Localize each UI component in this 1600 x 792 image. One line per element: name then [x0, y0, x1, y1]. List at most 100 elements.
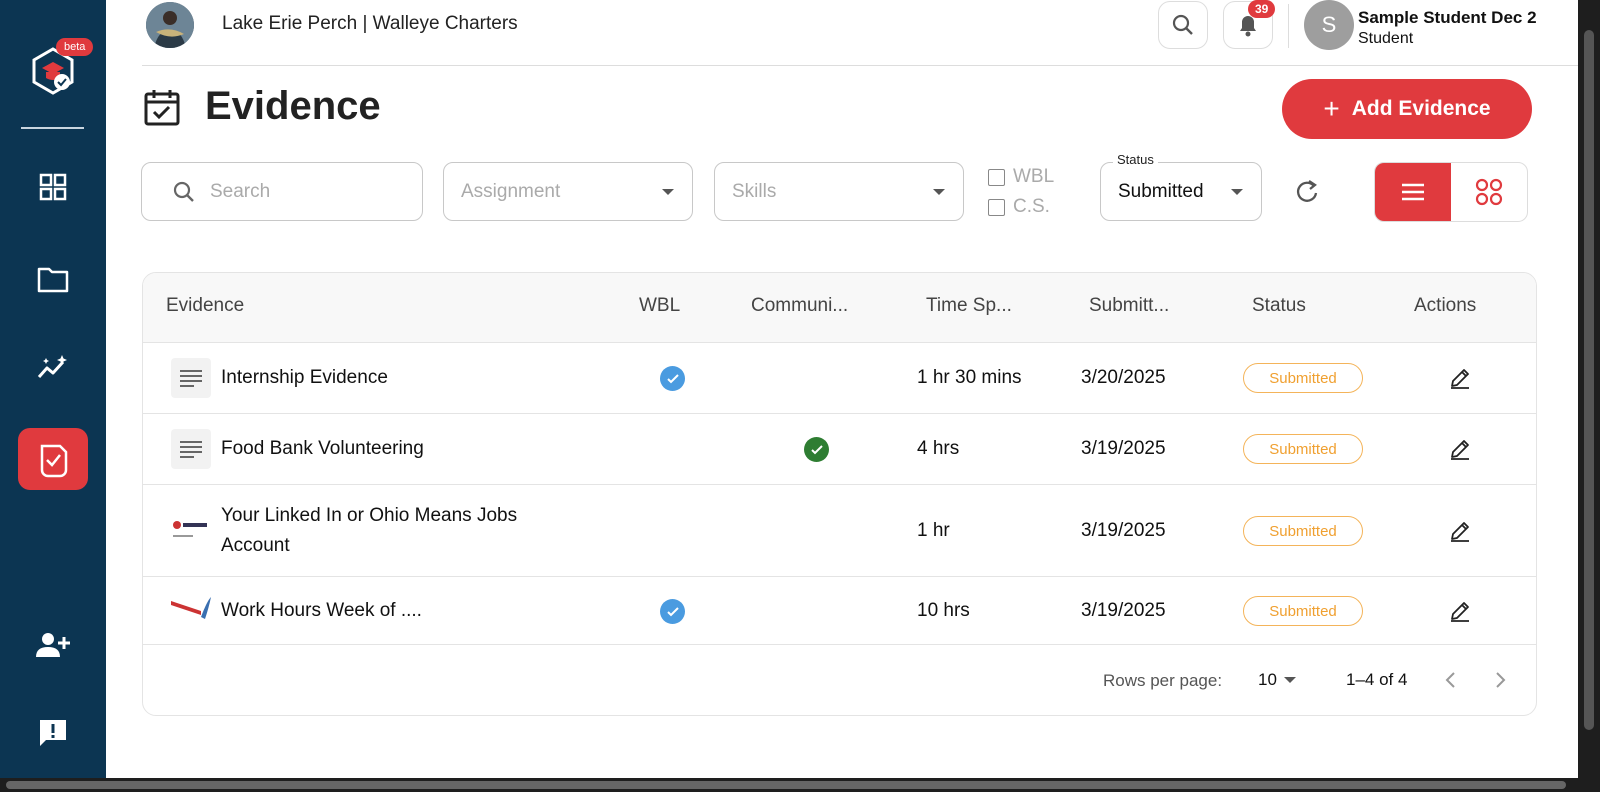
sidebar-item-dashboard[interactable] [18, 156, 88, 218]
plus-icon: + [1323, 93, 1340, 124]
chevron-right-icon [1496, 672, 1506, 688]
rows-per-page-label: Rows per page: [1103, 671, 1223, 690]
trend-sparkle-icon [37, 355, 67, 378]
cs-label: C.S. [1013, 196, 1050, 217]
status-badge: Submitted [1243, 363, 1363, 393]
sidebar-item-evidence[interactable] [18, 428, 88, 490]
status-select[interactable]: Submitted [1100, 162, 1262, 221]
user-plus-icon [36, 633, 70, 657]
submitted-date: 3/19/2025 [1081, 438, 1166, 459]
evidence-name[interactable]: Internship Evidence [221, 363, 581, 393]
calendar-check-icon [144, 90, 180, 126]
evidence-name[interactable]: Your Linked In or Ohio Means Jobs Accoun… [221, 501, 581, 561]
time-spent: 4 hrs [917, 438, 960, 459]
user-avatar[interactable]: S [1304, 0, 1354, 50]
sidebar-item-feedback[interactable] [18, 702, 88, 764]
checkbox-box[interactable] [988, 168, 1005, 186]
checkbox-box[interactable] [988, 198, 1005, 216]
status-badge: Submitted [1243, 596, 1363, 626]
vertical-scrollbar[interactable] [1578, 0, 1600, 792]
table-pagination: Rows per page: 10 1–4 of 4 [143, 645, 1536, 715]
evidence-thumbnail [171, 595, 213, 625]
time-spent: 1 hr [917, 520, 950, 541]
list-view-button[interactable] [1375, 163, 1451, 221]
time-spent: 1 hr 30 mins [917, 367, 1022, 388]
document-icon [171, 429, 211, 469]
status-field-label: Status [1113, 152, 1158, 167]
wbl-check-icon [660, 599, 685, 624]
table-header: Evidence WBL Communi... Time Sp... Submi… [143, 273, 1536, 343]
submitted-date: 3/20/2025 [1081, 367, 1166, 388]
edit-pencil-icon[interactable] [1448, 437, 1472, 461]
header-separator [1288, 4, 1289, 48]
previous-page-button[interactable] [1436, 665, 1466, 695]
view-toggle [1374, 162, 1528, 222]
add-evidence-button[interactable]: + Add Evidence [1282, 79, 1532, 139]
pagination-range: 1–4 of 4 [1346, 670, 1408, 689]
rows-per-page-select[interactable]: 10 [1258, 670, 1277, 690]
edit-pencil-icon[interactable] [1448, 366, 1472, 390]
grid-view-button[interactable] [1451, 163, 1527, 221]
community-check-icon [804, 437, 829, 462]
evidence-table: Evidence WBL Communi... Time Sp... Submi… [142, 272, 1537, 716]
assignment-select[interactable]: Assignment [443, 162, 693, 221]
chevron-down-icon[interactable] [1284, 677, 1296, 683]
search-icon [1172, 14, 1193, 35]
notification-count-badge: 39 [1248, 0, 1276, 18]
feedback-icon [40, 720, 66, 746]
document-icon [171, 358, 211, 398]
scrollbar-thumb[interactable] [1584, 30, 1594, 730]
status-badge: Submitted [1243, 434, 1363, 464]
app-window: beta Lake Erie Perch | Walleye Charters … [0, 0, 1578, 778]
grid-view-icon [1475, 178, 1503, 206]
search-input[interactable]: Search [141, 162, 423, 221]
org-name: Lake Erie Perch | Walleye Charters [222, 13, 518, 34]
add-evidence-label: Add Evidence [1351, 97, 1491, 120]
chevron-down-icon [1231, 189, 1243, 195]
column-header-submitted[interactable]: Submitt... [1089, 295, 1169, 317]
wbl-checkbox[interactable]: WBL [988, 166, 1054, 188]
header-divider [142, 65, 1578, 66]
evidence-name[interactable]: Work Hours Week of .... [221, 596, 581, 626]
top-header: Lake Erie Perch | Walleye Charters 39 S … [106, 0, 1578, 66]
horizontal-scrollbar[interactable] [0, 778, 1578, 792]
sidebar-item-skills[interactable] [18, 336, 88, 398]
evidence-thumbnail [171, 515, 213, 545]
refresh-icon [1296, 180, 1318, 202]
evidence-name[interactable]: Food Bank Volunteering [221, 434, 581, 464]
scrollbar-thumb[interactable] [6, 781, 1566, 789]
evidence-check-icon [40, 444, 68, 478]
column-header-status[interactable]: Status [1252, 295, 1306, 317]
skills-placeholder: Skills [732, 180, 777, 202]
column-header-actions: Actions [1414, 295, 1477, 316]
cs-checkbox[interactable]: C.S. [988, 196, 1050, 218]
list-icon [1402, 183, 1424, 201]
user-role: Student [1358, 30, 1414, 47]
refresh-button[interactable] [1290, 174, 1324, 208]
sidebar: beta [0, 0, 106, 778]
user-name: Sample Student Dec 2 [1358, 8, 1537, 27]
beta-badge: beta [56, 38, 94, 56]
search-button[interactable] [1158, 1, 1208, 49]
column-header-community[interactable]: Communi... [751, 295, 848, 317]
table-row[interactable]: Work Hours Week of .... 10 hrs 3/19/2025… [143, 577, 1536, 645]
edit-pencil-icon[interactable] [1448, 519, 1472, 543]
table-row[interactable]: Your Linked In or Ohio Means Jobs Accoun… [143, 485, 1536, 577]
column-header-time[interactable]: Time Sp... [926, 295, 1012, 317]
table-row[interactable]: Food Bank Volunteering 4 hrs 3/19/2025 S… [143, 414, 1536, 485]
time-spent: 10 hrs [917, 600, 970, 621]
skills-select[interactable]: Skills [714, 162, 964, 221]
chevron-left-icon [1445, 672, 1455, 688]
wbl-label: WBL [1013, 166, 1055, 187]
next-page-button[interactable] [1485, 665, 1515, 695]
sidebar-item-add-user[interactable] [18, 614, 88, 676]
org-avatar[interactable] [146, 2, 194, 48]
submitted-date: 3/19/2025 [1081, 520, 1166, 541]
column-header-wbl[interactable]: WBL [639, 295, 680, 317]
edit-pencil-icon[interactable] [1448, 599, 1472, 623]
status-value: Submitted [1118, 180, 1204, 202]
table-row[interactable]: Internship Evidence 1 hr 30 mins 3/20/20… [143, 343, 1536, 414]
column-header-evidence[interactable]: Evidence [166, 295, 244, 317]
grid-icon [39, 173, 67, 201]
sidebar-item-portfolio[interactable] [18, 248, 88, 310]
